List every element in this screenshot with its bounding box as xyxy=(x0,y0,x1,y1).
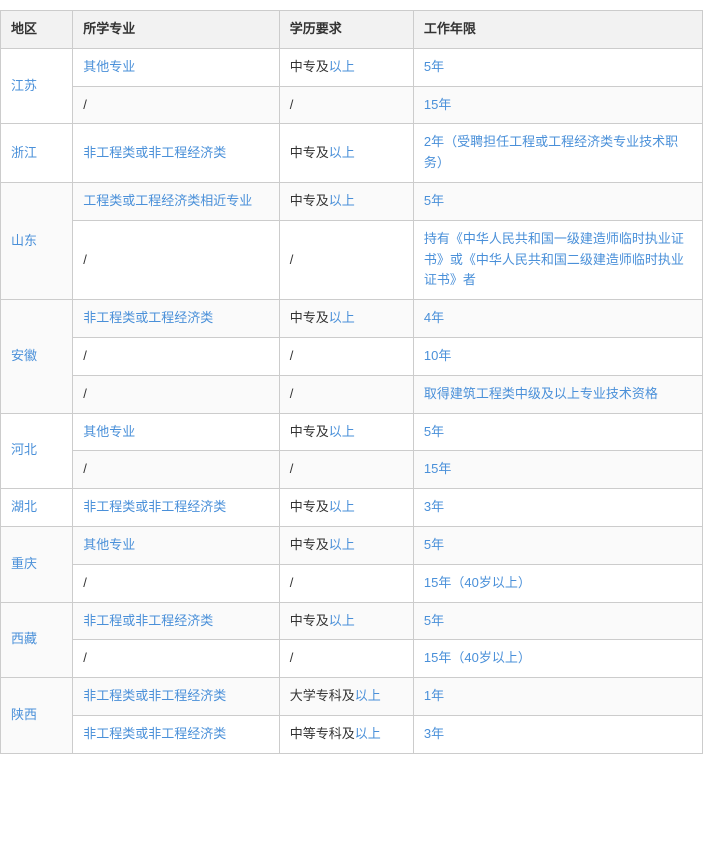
edu-cell: / xyxy=(279,375,413,413)
work-cell: 5年 xyxy=(413,602,702,640)
table-row: 非工程类或非工程经济类中等专科及以上3年 xyxy=(1,715,703,753)
work-cell: 2年（受聘担任工程或工程经济类专业技术职务） xyxy=(413,124,702,183)
major-cell: / xyxy=(73,451,279,489)
edu-cell: 中专及以上 xyxy=(279,48,413,86)
region-cell: 山东 xyxy=(1,182,73,299)
region-cell: 西藏 xyxy=(1,602,73,678)
major-cell: / xyxy=(73,564,279,602)
major-cell: / xyxy=(73,86,279,124)
edu-cell: 大学专科及以上 xyxy=(279,678,413,716)
region-cell: 浙江 xyxy=(1,124,73,183)
table-row: 陕西非工程类或非工程经济类大学专科及以上1年 xyxy=(1,678,703,716)
work-cell: 5年 xyxy=(413,413,702,451)
edu-cell: / xyxy=(279,86,413,124)
work-cell: 15年（40岁以上） xyxy=(413,564,702,602)
work-cell: 3年 xyxy=(413,489,702,527)
work-cell: 1年 xyxy=(413,678,702,716)
main-table: 地区 所学专业 学历要求 工作年限 江苏其他专业中专及以上5年//15年浙江非工… xyxy=(0,10,703,754)
major-cell: 其他专业 xyxy=(73,526,279,564)
major-cell: 其他专业 xyxy=(73,413,279,451)
region-cell: 安徽 xyxy=(1,300,73,413)
header-edu: 学历要求 xyxy=(279,11,413,49)
edu-cell: / xyxy=(279,220,413,299)
major-cell: / xyxy=(73,640,279,678)
work-cell: 5年 xyxy=(413,526,702,564)
table-row: 安徽非工程类或工程经济类中专及以上4年 xyxy=(1,300,703,338)
work-cell: 5年 xyxy=(413,182,702,220)
edu-cell: 中等专科及以上 xyxy=(279,715,413,753)
work-cell: 15年（40岁以上） xyxy=(413,640,702,678)
edu-cell: 中专及以上 xyxy=(279,413,413,451)
region-cell: 河北 xyxy=(1,413,73,489)
region-cell: 陕西 xyxy=(1,678,73,754)
major-cell: 非工程类或非工程经济类 xyxy=(73,678,279,716)
work-cell: 15年 xyxy=(413,451,702,489)
edu-cell: / xyxy=(279,451,413,489)
work-cell: 5年 xyxy=(413,48,702,86)
work-cell: 4年 xyxy=(413,300,702,338)
table-row: 湖北非工程类或非工程经济类中专及以上3年 xyxy=(1,489,703,527)
edu-cell: 中专及以上 xyxy=(279,602,413,640)
work-cell: 3年 xyxy=(413,715,702,753)
work-cell: 持有《中华人民共和国一级建造师临时执业证书》或《中华人民共和国二级建造师临时执业… xyxy=(413,220,702,299)
major-cell: 非工程类或工程经济类 xyxy=(73,300,279,338)
major-cell: 工程类或工程经济类相近专业 xyxy=(73,182,279,220)
major-cell: / xyxy=(73,375,279,413)
table-row: 重庆其他专业中专及以上5年 xyxy=(1,526,703,564)
edu-cell: / xyxy=(279,564,413,602)
edu-cell: 中专及以上 xyxy=(279,182,413,220)
table-row: //持有《中华人民共和国一级建造师临时执业证书》或《中华人民共和国二级建造师临时… xyxy=(1,220,703,299)
region-cell: 江苏 xyxy=(1,48,73,124)
major-cell: 非工程类或非工程经济类 xyxy=(73,715,279,753)
major-cell: / xyxy=(73,220,279,299)
edu-cell: 中专及以上 xyxy=(279,300,413,338)
table-row: 山东工程类或工程经济类相近专业中专及以上5年 xyxy=(1,182,703,220)
header-row: 地区 所学专业 学历要求 工作年限 xyxy=(1,11,703,49)
major-cell: 非工程或非工程经济类 xyxy=(73,602,279,640)
header-major: 所学专业 xyxy=(73,11,279,49)
work-cell: 取得建筑工程类中级及以上专业技术资格 xyxy=(413,375,702,413)
edu-cell: / xyxy=(279,337,413,375)
major-cell: 非工程类或非工程经济类 xyxy=(73,489,279,527)
edu-cell: 中专及以上 xyxy=(279,526,413,564)
table-row: //15年（40岁以上） xyxy=(1,564,703,602)
major-cell: 非工程类或非工程经济类 xyxy=(73,124,279,183)
work-cell: 10年 xyxy=(413,337,702,375)
table-row: 浙江非工程类或非工程经济类中专及以上2年（受聘担任工程或工程经济类专业技术职务） xyxy=(1,124,703,183)
edu-cell: 中专及以上 xyxy=(279,124,413,183)
header-work: 工作年限 xyxy=(413,11,702,49)
major-cell: 其他专业 xyxy=(73,48,279,86)
table-row: 西藏非工程或非工程经济类中专及以上5年 xyxy=(1,602,703,640)
header-region: 地区 xyxy=(1,11,73,49)
table-container: 地区 所学专业 学历要求 工作年限 江苏其他专业中专及以上5年//15年浙江非工… xyxy=(0,0,703,764)
table-row: 江苏其他专业中专及以上5年 xyxy=(1,48,703,86)
table-row: //15年（40岁以上） xyxy=(1,640,703,678)
table-row: 河北其他专业中专及以上5年 xyxy=(1,413,703,451)
work-cell: 15年 xyxy=(413,86,702,124)
edu-cell: / xyxy=(279,640,413,678)
table-row: //取得建筑工程类中级及以上专业技术资格 xyxy=(1,375,703,413)
region-cell: 重庆 xyxy=(1,526,73,602)
table-row: //15年 xyxy=(1,86,703,124)
table-row: //10年 xyxy=(1,337,703,375)
edu-cell: 中专及以上 xyxy=(279,489,413,527)
region-cell: 湖北 xyxy=(1,489,73,527)
major-cell: / xyxy=(73,337,279,375)
table-row: //15年 xyxy=(1,451,703,489)
